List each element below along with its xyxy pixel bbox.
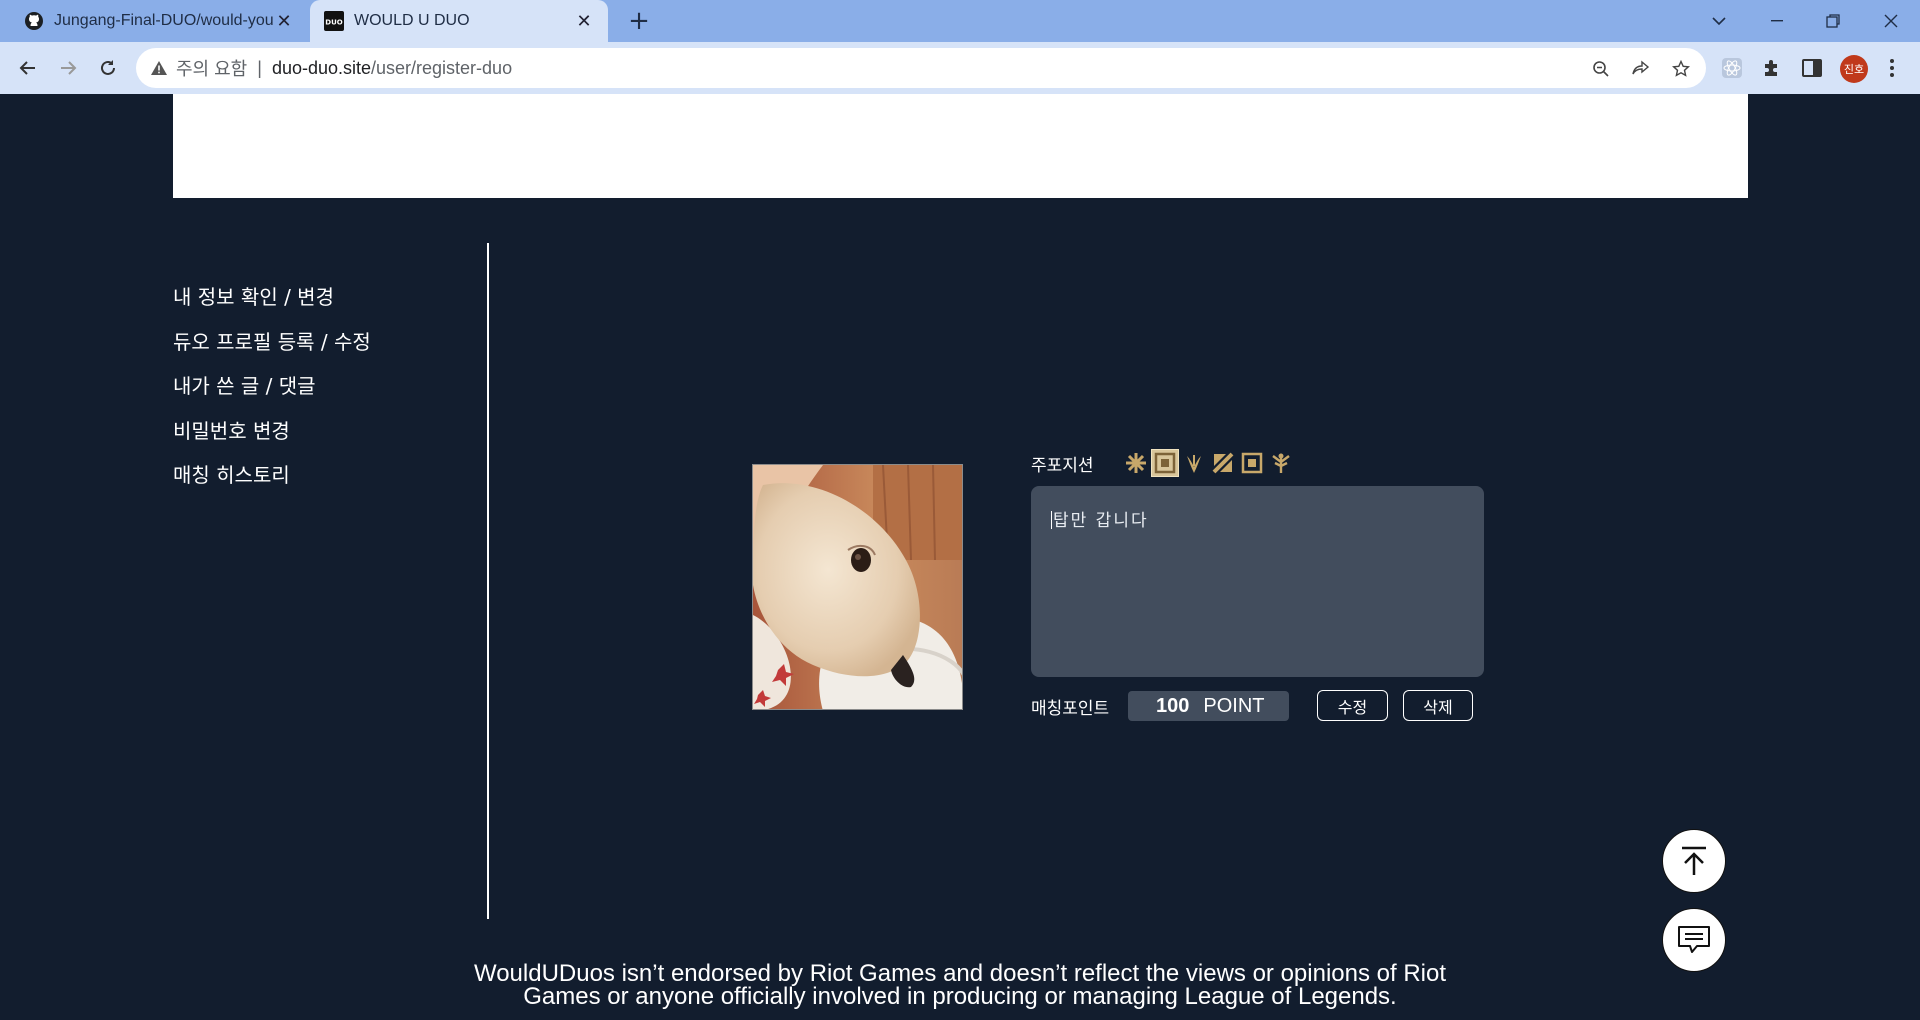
sidebar-item-change-password[interactable]: 비밀번호 변경 [173,414,371,459]
position-mid-icon[interactable] [1181,450,1207,476]
position-jungle-icon[interactable] [1151,449,1179,477]
tab-search-chevron-icon[interactable] [1696,0,1742,42]
tab-github[interactable]: Jungang-Final-DUO/would-you- ✕ [10,0,308,42]
react-devtools-icon[interactable] [1719,55,1745,81]
footer-disclaimer: WouldUDuos isn’t endorsed by Riot Games … [473,960,1447,1010]
chat-bubble-icon [1677,925,1711,955]
chat-button[interactable] [1662,908,1726,972]
edit-profile-button[interactable]: 수정 [1317,690,1388,721]
position-top-icon[interactable] [1123,450,1149,476]
arrow-up-to-line-icon [1679,845,1709,877]
restore-icon[interactable] [1810,0,1856,42]
reload-icon[interactable] [92,52,124,84]
position-selector [1123,449,1294,477]
mypage-sidebar: 내 정보 확인 / 변경 듀오 프로필 등록 / 수정 내가 쓴 글 / 댓글 … [173,280,371,503]
tab-would-u-duo[interactable]: DUO WOULD U DUO ✕ [310,0,608,42]
profile-memo-textarea[interactable]: 탑만 갑니다 [1031,486,1484,677]
position-bottom-icon[interactable] [1210,450,1236,476]
address-host: duo-duo.site [271,57,372,78]
back-icon[interactable] [12,52,44,84]
sidebar-item-duo-profile[interactable]: 듀오 프로필 등록 / 수정 [173,325,371,370]
side-panel-icon[interactable] [1799,55,1825,81]
address-separator: | [257,57,262,78]
profile-photo[interactable] [752,464,963,710]
share-icon[interactable] [1630,58,1652,80]
address-bar[interactable]: 주의 요함 | duo-duo.site /user/register-duo [136,48,1706,88]
zoom-out-icon[interactable] [1590,58,1612,80]
svg-text:DUO: DUO [325,19,342,27]
matching-point-value: 100 [1156,694,1190,717]
browser-menu-icon[interactable] [1882,55,1902,81]
header-banner [173,94,1748,198]
tab-title: WOULD U DUO [354,12,470,29]
browser-tab-bar: Jungang-Final-DUO/would-you- ✕ DUO WOULD… [0,0,1920,42]
github-icon [24,11,44,31]
sidebar-item-my-posts[interactable]: 내가 쓴 글 / 댓글 [173,369,371,414]
delete-profile-button[interactable]: 삭제 [1403,690,1473,721]
position-all-icon[interactable] [1268,450,1294,476]
close-window-icon[interactable] [1868,0,1914,42]
sidebar-item-my-info[interactable]: 내 정보 확인 / 변경 [173,280,371,325]
duo-logo-icon: DUO [324,11,344,31]
warning-icon[interactable] [150,59,168,77]
new-tab-button[interactable]: + [624,6,654,36]
position-support-icon[interactable] [1239,450,1265,476]
extensions-icon[interactable] [1759,55,1785,81]
sidebar-divider [487,243,489,919]
tab-title: Jungang-Final-DUO/would-you- [54,12,274,29]
profile-avatar[interactable]: 진호 [1840,55,1868,83]
matching-point-display: 100 POINT [1128,691,1289,721]
sidebar-item-matching-history[interactable]: 매칭 히스토리 [173,458,371,503]
minimize-icon[interactable] [1754,0,1800,42]
forward-icon[interactable] [52,52,84,84]
scroll-to-top-button[interactable] [1662,829,1726,893]
browser-toolbar: 주의 요함 | duo-duo.site /user/register-duo … [0,42,1920,94]
bookmark-star-icon[interactable] [1670,58,1692,80]
matching-point-unit: POINT [1203,694,1265,717]
close-tab-icon[interactable]: ✕ [574,11,594,32]
matching-point-label: 매칭포인트 [1031,699,1110,719]
close-tab-icon[interactable]: ✕ [274,11,294,32]
address-path: /user/register-duo [371,57,513,78]
footer-secondary-text [600,1014,1320,1020]
memo-text: 탑만 갑니다 [1053,511,1149,531]
main-position-label: 주포지션 [1031,456,1094,476]
text-caret [1051,511,1052,529]
security-label[interactable]: 주의 요함 [176,55,247,81]
